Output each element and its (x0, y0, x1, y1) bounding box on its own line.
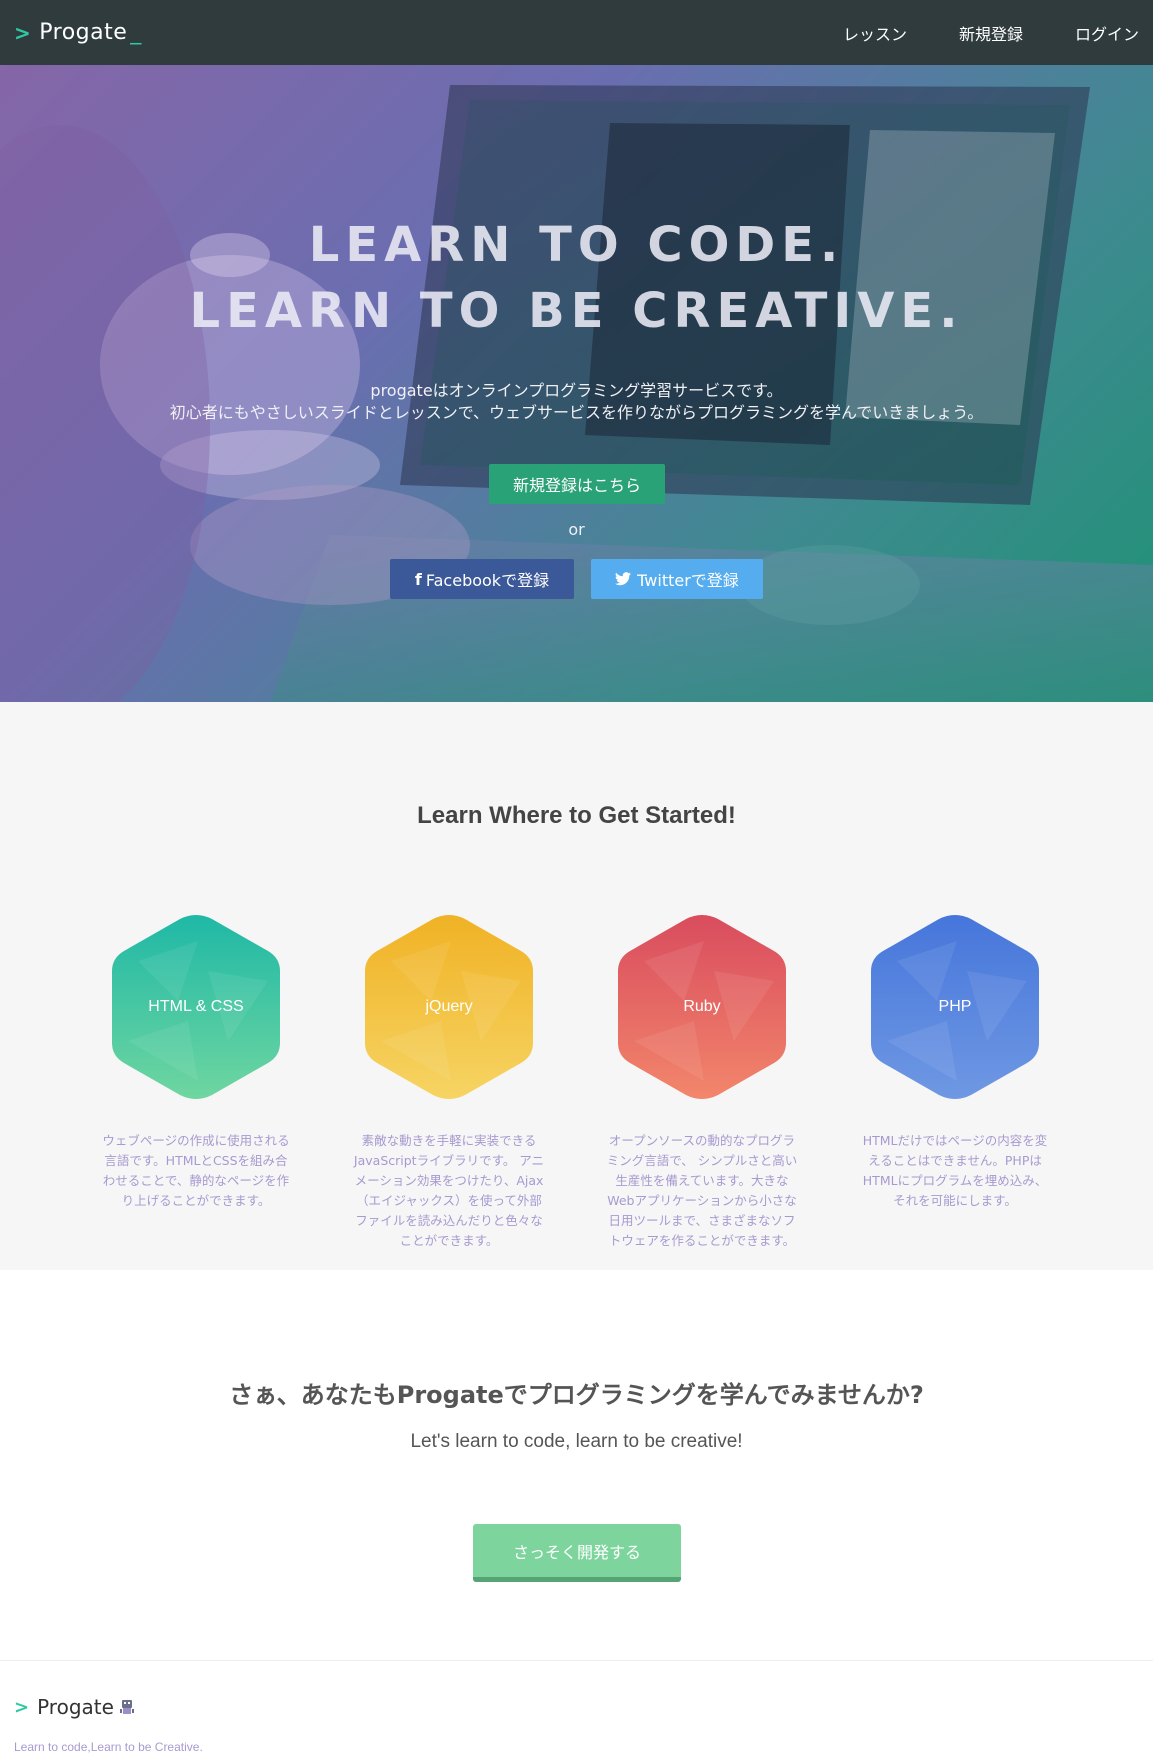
robot-mascot-icon (119, 1700, 134, 1714)
course-name: PHP (938, 998, 972, 1015)
desc-line: （エイジャックス）を使って外部 (356, 1193, 542, 1208)
course-description: 素敵な動きを手軽に実装できる JavaScriptライブラリです。 アニ メーシ… (344, 1131, 554, 1251)
course-ruby[interactable]: Ruby オープンソースの動的なプログラ ミング言語で、 シンプルさと高い 生産… (597, 911, 807, 1251)
desc-line: それを可能にします。 (893, 1193, 1017, 1208)
course-description: オープンソースの動的なプログラ ミング言語で、 シンプルさと高い 生産性を備えて… (597, 1131, 807, 1251)
chevron-right-icon: > (14, 1696, 30, 1718)
desc-line: わせることで、静的なページを作 (102, 1173, 290, 1188)
footer-tagline: Learn to code,Learn to be Creative. (14, 1740, 203, 1754)
start-coding-button[interactable]: さっそく開発する (473, 1524, 681, 1582)
desc-line: トウェアを作ることができます。 (608, 1233, 796, 1248)
desc-line: ミング言語で、 シンプルさと高い (606, 1153, 798, 1168)
course-name: Ruby (683, 998, 721, 1015)
hero-description-line2: 初心者にもやさしいスライドとレッスンで、ウェブサービスを作りながらプログラミング… (169, 403, 984, 422)
hero-content: LEARN TO CODE. LEARN TO BE CREATIVE. pro… (0, 65, 1153, 702)
course-hexagon[interactable]: Ruby (614, 911, 790, 1103)
facebook-icon: f (414, 569, 422, 589)
twitter-signup-label: Twitterで登録 (637, 571, 739, 590)
desc-line: メーション効果をつけたり、Ajax (354, 1173, 544, 1188)
desc-line: Webアプリケーションから小さな (607, 1193, 797, 1208)
course-hexagon[interactable]: jQuery (361, 911, 537, 1103)
course-hexagon[interactable]: PHP (867, 911, 1043, 1103)
logo-text: Progate (39, 20, 128, 45)
course-name: HTML & CSS (148, 998, 244, 1015)
desc-line: 言語です。HTMLとCSSを組み合 (104, 1153, 288, 1168)
course-php[interactable]: PHP HTMLだけではページの内容を変 えることはできません。PHPは HTM… (850, 911, 1060, 1211)
footer-logo-text: Progate (37, 1695, 114, 1719)
desc-line: えることはできません。PHPは (868, 1153, 1042, 1168)
cta-subtitle: Let's learn to code, learn to be creativ… (410, 1431, 743, 1452)
desc-line: ファイルを読み込んだりと色々な (355, 1213, 543, 1228)
desc-line: HTMLだけではページの内容を変 (862, 1133, 1048, 1148)
signup-button[interactable]: 新規登録はこちら (489, 464, 665, 504)
nav-signup[interactable]: 新規登録 (959, 21, 1023, 45)
hero-title-line1: LEARN TO CODE. (308, 217, 845, 273)
footer-logo[interactable]: > Progate (14, 1695, 134, 1719)
nav-lessons[interactable]: レッスン (843, 21, 907, 45)
hero-title-line2: LEARN TO BE CREATIVE. (189, 283, 964, 339)
desc-line: 素敵な動きを手軽に実装できる (361, 1133, 537, 1148)
desc-line: ウェブページの作成に使用される (102, 1133, 290, 1148)
desc-line: 日用ツールまで、さまざまなソフ (608, 1213, 796, 1228)
course-description: HTMLだけではページの内容を変 えることはできません。PHPは HTMLにプロ… (850, 1131, 1060, 1211)
course-html-css[interactable]: HTML & CSS ウェブページの作成に使用される 言語です。HTMLとCSS… (91, 911, 301, 1211)
course-name: jQuery (425, 998, 473, 1015)
twitter-icon (615, 572, 632, 586)
courses-section: Learn Where to Get Started! HTML & CSS ウ… (0, 702, 1153, 1270)
facebook-signup-button[interactable]: f Facebookで登録 (390, 559, 574, 599)
course-description: ウェブページの作成に使用される 言語です。HTMLとCSSを組み合 わせることで… (91, 1131, 301, 1211)
course-hexagon[interactable]: HTML & CSS (108, 911, 284, 1103)
hero-section: LEARN TO CODE. LEARN TO BE CREATIVE. pro… (0, 65, 1153, 702)
hero-description-line1: progateはオンラインプログラミング学習サービスです。 (370, 381, 783, 400)
cta-section: さぁ、あなたもProgateでプログラミングを学んでみませんか? Let's l… (0, 1270, 1153, 1660)
courses-title: Learn Where to Get Started! (417, 802, 736, 829)
cursor-underscore: _ (130, 20, 142, 45)
site-header: > Progate _ レッスン 新規登録 ログイン (0, 0, 1153, 65)
twitter-signup-button[interactable]: Twitterで登録 (591, 559, 763, 599)
facebook-signup-label: Facebookで登録 (425, 571, 550, 590)
site-footer: > Progate Learn to code,Learn to be Crea… (0, 1660, 1153, 1759)
logo[interactable]: > Progate _ (14, 20, 142, 45)
chevron-right-icon: > (14, 20, 32, 45)
or-separator: or (568, 520, 585, 539)
cta-title: さぁ、あなたもProgateでプログラミングを学んでみませんか? (229, 1381, 924, 1409)
desc-line: り上げることができます。 (121, 1193, 271, 1208)
desc-line: 生産性を備えています。大きな (615, 1173, 789, 1188)
course-jquery[interactable]: jQuery 素敵な動きを手軽に実装できる JavaScriptライブラリです。… (344, 911, 554, 1251)
desc-line: JavaScriptライブラリです。 アニ (353, 1153, 545, 1168)
main-nav: レッスン 新規登録 ログイン (791, 21, 1139, 45)
desc-line: HTMLにプログラムを埋め込み、 (862, 1173, 1048, 1188)
desc-line: オープンソースの動的なプログラ (608, 1133, 796, 1148)
desc-line: ことができます。 (399, 1233, 499, 1248)
nav-login[interactable]: ログイン (1075, 21, 1139, 45)
